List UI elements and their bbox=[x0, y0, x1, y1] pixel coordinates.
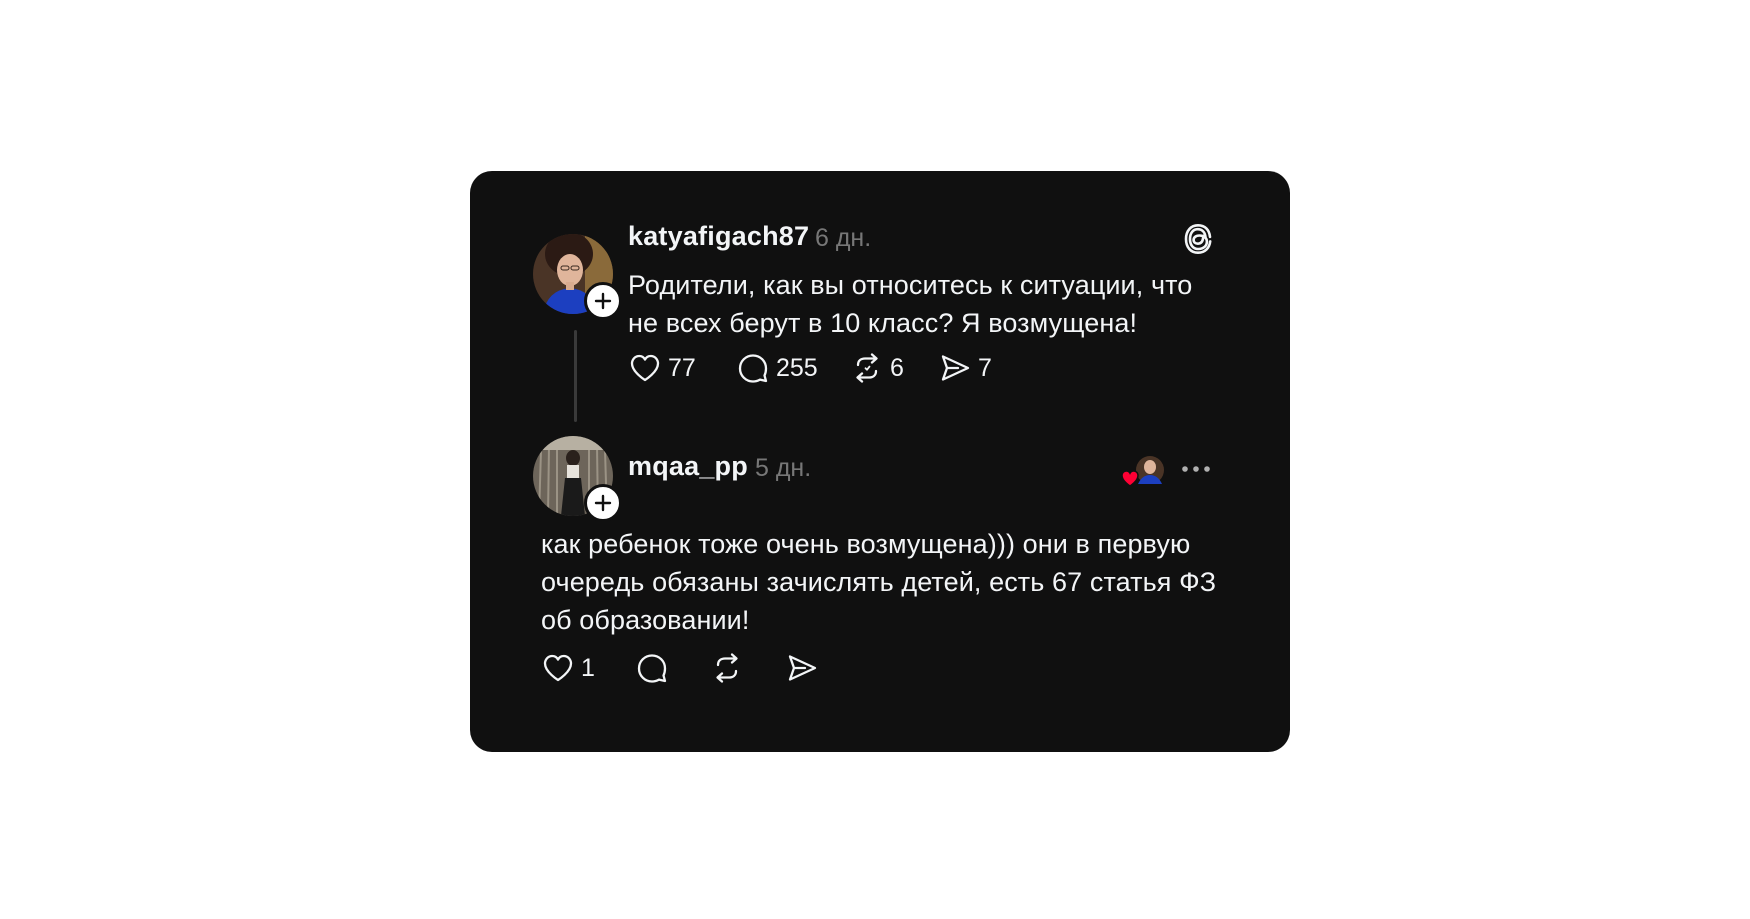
post-share-button[interactable]: 7 bbox=[938, 351, 992, 385]
reply-follow-button[interactable] bbox=[584, 484, 622, 522]
plus-icon bbox=[594, 494, 612, 512]
share-send-icon bbox=[941, 355, 970, 381]
post-like-button[interactable]: 77 bbox=[628, 351, 696, 385]
heart-icon bbox=[543, 654, 573, 682]
comment-bubble-icon bbox=[637, 654, 667, 683]
reply-author-username[interactable]: mqaa_pp bbox=[628, 451, 748, 482]
heart-icon bbox=[630, 354, 660, 382]
reply-share-button[interactable] bbox=[785, 651, 819, 685]
share-send-icon bbox=[788, 655, 817, 681]
plus-icon bbox=[594, 292, 612, 310]
reply-comment-button[interactable] bbox=[635, 651, 669, 685]
post-repost-button[interactable]: 6 bbox=[850, 351, 904, 385]
comment-bubble-icon bbox=[738, 354, 768, 383]
post-timestamp: 6 дн. bbox=[815, 224, 872, 252]
post-author-username[interactable]: katyafigach87 bbox=[628, 221, 809, 252]
post-comment-count: 255 bbox=[776, 354, 818, 382]
post-share-count: 7 bbox=[978, 354, 992, 382]
post-comment-button[interactable]: 255 bbox=[736, 351, 818, 385]
repost-icon bbox=[716, 653, 738, 683]
post-follow-button[interactable] bbox=[584, 282, 622, 320]
more-dots-icon[interactable] bbox=[1180, 457, 1212, 481]
reply-timestamp: 5 дн. bbox=[755, 454, 812, 482]
reply-like-count: 1 bbox=[581, 654, 595, 682]
post-like-count: 77 bbox=[668, 354, 696, 382]
thread-card: katyafigach87 6 дн. Родители, как вы отн… bbox=[470, 171, 1290, 752]
thread-connector-line bbox=[574, 330, 577, 422]
reply-repost-button[interactable] bbox=[710, 651, 744, 685]
repost-icon bbox=[856, 353, 878, 383]
heart-icon bbox=[1121, 470, 1139, 487]
liked-by-author-indicator bbox=[1120, 453, 1166, 489]
threads-logo-icon[interactable] bbox=[1182, 222, 1214, 256]
post-repost-count: 6 bbox=[890, 354, 904, 382]
reply-like-button[interactable]: 1 bbox=[541, 651, 595, 685]
reply-text: как ребенок тоже очень возмущена))) они … bbox=[541, 529, 1217, 635]
post-text: Родители, как вы относитесь к ситуации, … bbox=[628, 270, 1193, 338]
